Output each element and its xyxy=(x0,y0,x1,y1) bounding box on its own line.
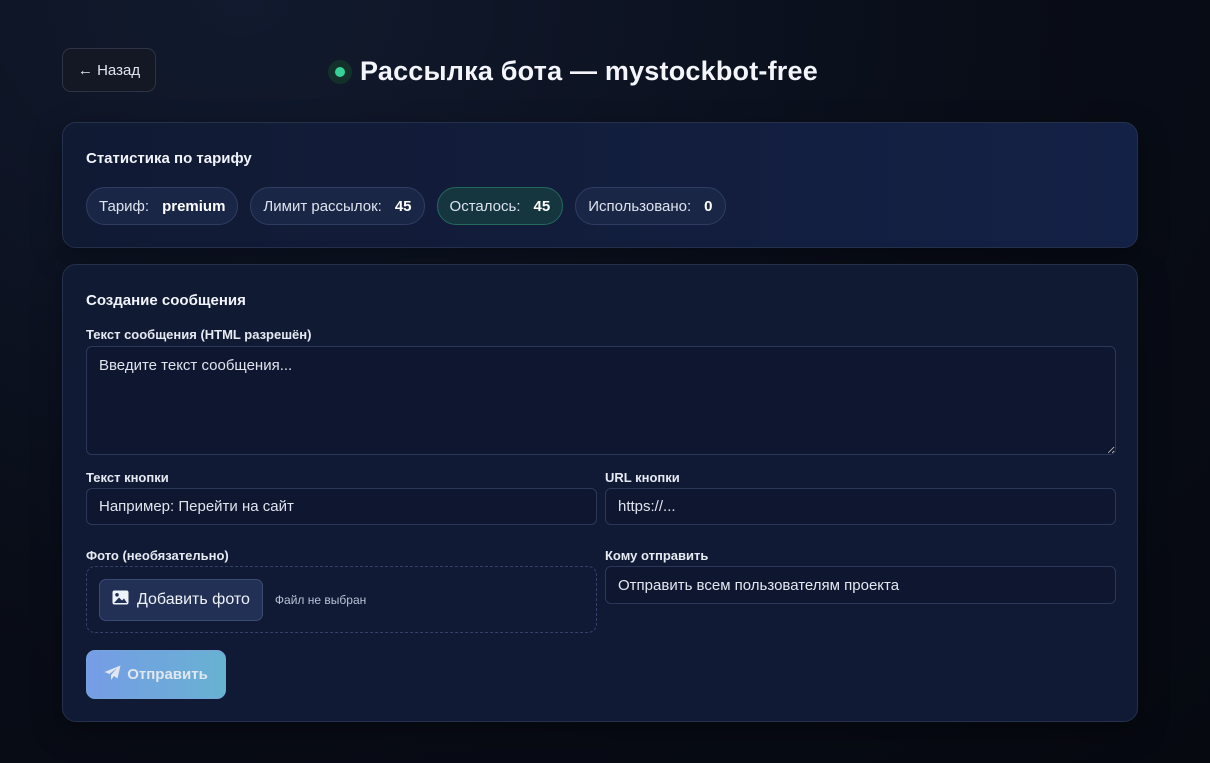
broadcast-page: ← Назад Рассылка бота — mystockbot-free … xyxy=(0,0,1210,763)
photo-label: Фото (необязательно) xyxy=(86,548,229,563)
paper-plane-icon xyxy=(104,665,121,685)
stats-chips: Тариф: premium Лимит рассылок: 45 Остало… xyxy=(86,187,726,225)
recipients-selected-value: Отправить всем пользователям проекта xyxy=(618,576,900,594)
stat-chip-label: Лимит рассылок: xyxy=(263,197,382,215)
stat-chip-value: premium xyxy=(162,197,226,215)
back-button[interactable]: ← Назад xyxy=(62,48,156,92)
stat-chip-used: Использовано: 0 xyxy=(575,187,726,225)
image-icon xyxy=(112,590,129,610)
add-photo-button[interactable]: Добавить фото xyxy=(99,578,263,621)
file-status-text: Файл не выбран xyxy=(274,592,367,607)
recipients-label: Кому отправить xyxy=(605,548,709,563)
photo-dropzone[interactable]: Добавить фото Файл не выбран xyxy=(86,566,597,633)
send-button[interactable]: Отправить xyxy=(86,650,226,699)
stat-chip-value: 45 xyxy=(533,197,551,215)
button-text-label: Текст кнопки xyxy=(86,470,169,485)
stat-chip-remaining: Осталось: 45 xyxy=(436,187,564,225)
page-header: Рассылка бота — mystockbot-free xyxy=(328,56,818,87)
compose-message-card: Создание сообщения Текст сообщения (HTML… xyxy=(62,264,1138,722)
stat-chip-label: Осталось: xyxy=(449,197,521,215)
stat-chip-label: Тариф: xyxy=(99,197,150,215)
message-text-label: Текст сообщения (HTML разрешён) xyxy=(86,327,312,342)
status-dot-icon xyxy=(328,59,352,84)
button-text-input[interactable] xyxy=(86,488,597,525)
add-photo-label: Добавить фото xyxy=(137,590,250,608)
recipients-select[interactable]: Отправить всем пользователям проекта xyxy=(605,566,1116,604)
page-title: Рассылка бота — mystockbot-free xyxy=(360,56,818,86)
stats-title: Статистика по тарифу xyxy=(86,150,252,167)
send-button-label: Отправить xyxy=(127,666,208,683)
stat-chip-limit: Лимит рассылок: 45 xyxy=(250,187,425,225)
stat-chip-label: Использовано: xyxy=(588,197,692,215)
back-button-label: ← Назад xyxy=(77,61,141,79)
tariff-stats-card: Статистика по тарифу Тариф: premium Лими… xyxy=(62,122,1138,248)
button-url-label: URL кнопки xyxy=(605,470,680,485)
button-url-input[interactable] xyxy=(605,488,1116,525)
stat-chip-value: 45 xyxy=(394,197,412,215)
compose-title: Создание сообщения xyxy=(86,292,246,309)
stat-chip-value: 0 xyxy=(704,197,713,215)
message-textarea[interactable] xyxy=(86,346,1116,455)
stat-chip-tariff: Тариф: premium xyxy=(86,187,239,225)
